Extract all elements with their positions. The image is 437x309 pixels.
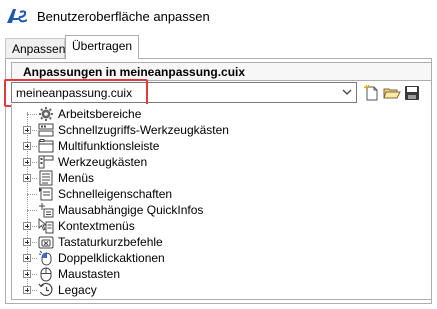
callout-highlight-box	[4, 79, 148, 107]
tab-strip: Anpassen Übertragen	[5, 35, 432, 59]
tree-item-label: Kontextmenüs	[58, 219, 135, 233]
tree-item-schnellzugriffs-werkzeugkaesten[interactable]: Schnellzugriffs-Werkzeugkästen	[12, 122, 412, 138]
tab-label: Anpassen	[12, 42, 66, 56]
tree-item-label: Doppelklickaktionen	[58, 251, 165, 265]
tree-connector	[32, 242, 37, 243]
tree-connector	[32, 162, 37, 163]
chevron-down-icon[interactable]	[341, 86, 353, 98]
ribbon-icon	[38, 139, 54, 153]
expand-toggle[interactable]	[23, 126, 31, 134]
gear-icon	[39, 107, 53, 121]
tree-item-mausabhaengige-quickinfos[interactable]: Mausabhängige QuickInfos	[12, 202, 412, 218]
tree-item-label: Arbeitsbereiche	[58, 107, 142, 121]
tree-connector	[32, 178, 37, 179]
open-folder-icon[interactable]	[383, 84, 401, 102]
expand-toggle[interactable]	[23, 254, 31, 262]
tree-connector	[32, 226, 37, 227]
tree-item-label: Werkzeugkästen	[58, 155, 148, 169]
tab-uebertragen[interactable]: Übertragen	[65, 35, 139, 59]
rollover-tooltip-icon	[39, 203, 54, 218]
tree-item-maustasten[interactable]: Maustasten	[12, 266, 412, 282]
title-bar: Benutzeroberfläche anpassen	[0, 0, 437, 33]
expand-toggle[interactable]	[23, 270, 31, 278]
tree-connector	[32, 146, 37, 147]
tree-item-label: Mausabhängige QuickInfos	[58, 203, 204, 217]
tree-item-label: Schnellzugriffs-Werkzeugkästen	[58, 123, 229, 137]
expand-toggle[interactable]	[23, 142, 31, 150]
tree-item-label: Maustasten	[58, 267, 121, 281]
menus-icon	[39, 170, 53, 186]
tree-item-doppelklickaktionen[interactable]: Doppelklickaktionen	[12, 250, 412, 266]
tree-item-arbeitsbereiche[interactable]: Arbeitsbereiche	[12, 106, 412, 122]
tree-item-werkzeugkaesten[interactable]: Werkzeugkästen	[12, 154, 412, 170]
tab-label: Übertragen	[72, 39, 133, 53]
tree-connector	[32, 130, 37, 131]
new-file-icon[interactable]	[363, 84, 381, 102]
autocad-logo-icon	[7, 9, 27, 23]
tree-connector	[27, 194, 37, 195]
mouse-buttons-icon	[40, 267, 52, 282]
tree-connector	[32, 290, 37, 291]
tree-item-tastaturkurzbefehle[interactable]: Tastaturkurzbefehle	[12, 234, 412, 250]
double-click-icon	[38, 250, 52, 266]
expand-toggle[interactable]	[23, 222, 31, 230]
tree-connector	[27, 210, 37, 211]
quick-access-toolbar-icon	[38, 123, 54, 137]
tree-item-schnelleigenschaften[interactable]: Schnelleigenschaften	[12, 186, 412, 202]
toolbars-icon	[38, 155, 54, 169]
context-menu-icon	[38, 218, 54, 234]
expand-toggle[interactable]	[23, 238, 31, 246]
expand-toggle[interactable]	[23, 158, 31, 166]
tree-item-label: Menüs	[58, 171, 95, 185]
tree-item-label: Tastaturkurzbefehle	[58, 235, 163, 249]
tree-item-label: Legacy	[58, 283, 97, 297]
tree-connector	[27, 114, 37, 115]
save-icon[interactable]	[403, 84, 421, 102]
tree-connector	[32, 274, 37, 275]
tree-item-multifunktionsleiste[interactable]: Multifunktionsleiste	[12, 138, 412, 154]
tree-item-menues[interactable]: Menüs	[12, 170, 412, 186]
legacy-clock-icon	[38, 282, 53, 296]
tree-item-label: Multifunktionsleiste	[58, 139, 160, 153]
customize-ui-dialog: Benutzeroberfläche anpassen Anpassen Übe…	[0, 0, 437, 309]
tab-anpassen[interactable]: Anpassen	[5, 38, 65, 58]
customizations-header-title: Anpassungen in meineanpassung.cuix	[23, 65, 246, 79]
tree-connector	[32, 258, 37, 259]
expand-toggle[interactable]	[23, 286, 31, 294]
tree-item-kontextmenues[interactable]: Kontextmenüs	[12, 218, 412, 234]
tree-item-legacy[interactable]: Legacy	[12, 282, 412, 298]
keyboard-shortcut-icon	[38, 236, 54, 249]
tree-item-label: Schnelleigenschaften	[58, 187, 173, 201]
window-title: Benutzeroberfläche anpassen	[37, 9, 210, 24]
customizations-tree: Arbeitsbereiche Schnellzugriffs-Werkzeug…	[11, 104, 432, 300]
expand-toggle[interactable]	[23, 174, 31, 182]
quick-properties-icon	[39, 187, 53, 201]
